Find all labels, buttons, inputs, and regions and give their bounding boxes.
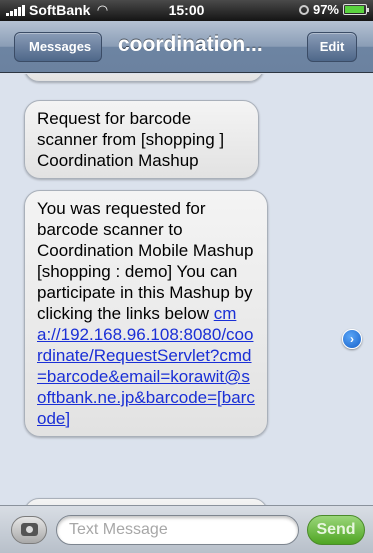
edit-button[interactable]: Edit [307, 32, 357, 62]
message-thread[interactable]: Request for barcode scanner from [shoppi… [0, 74, 373, 505]
conversation-title: coordination... [118, 33, 263, 56]
battery-icon [343, 4, 369, 15]
camera-icon [21, 523, 38, 536]
previous-message-bubble [24, 74, 264, 82]
camera-button[interactable] [11, 516, 47, 544]
compose-bar: Send [0, 505, 373, 553]
messages-back-button[interactable]: Messages [14, 32, 103, 62]
text-message-input[interactable] [56, 515, 299, 545]
navigation-bar: Messages coordination... Edit [0, 21, 373, 73]
chevron-right-icon[interactable]: › [342, 329, 362, 349]
battery-percent: 97% [312, 2, 339, 17]
message-bubble: Request for barcode scanner from [shoppi… [24, 100, 259, 179]
status-bar: SoftBank ◠ 15:00 97% [0, 0, 373, 21]
battery-fill [345, 6, 365, 13]
message-bubble: You was requested for barcode scanner to… [24, 190, 268, 437]
send-button[interactable]: Send [307, 515, 365, 545]
next-message-bubble [24, 498, 268, 505]
message-text: Request for barcode scanner from [shoppi… [37, 109, 225, 170]
battery-group: 97% [298, 2, 369, 17]
rotation-lock-icon [298, 4, 309, 15]
